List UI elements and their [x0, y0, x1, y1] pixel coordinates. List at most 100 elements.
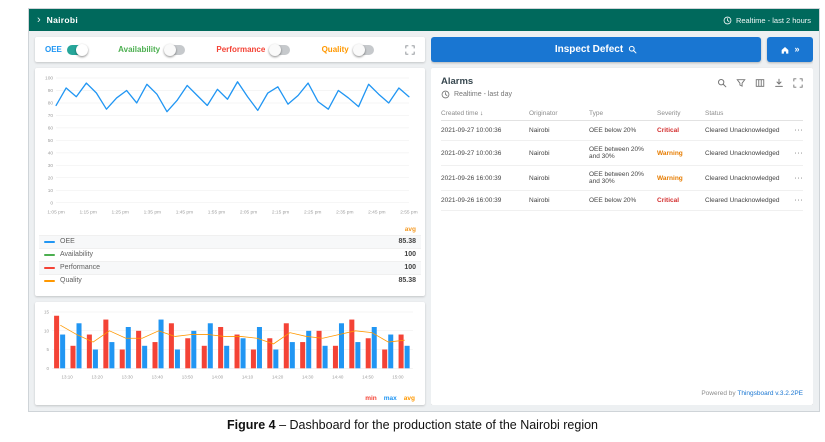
legend-max[interactable]: max: [384, 395, 397, 402]
legend-row-quality[interactable]: Quality 85.38: [39, 273, 421, 287]
alarms-toolbar: [717, 76, 803, 88]
svg-text:13:20: 13:20: [92, 374, 104, 379]
svg-text:2:55 pm: 2:55 pm: [400, 210, 417, 216]
svg-text:1:15 pm: 1:15 pm: [79, 210, 96, 216]
row-menu-button[interactable]: ⋯: [789, 173, 803, 183]
alarm-type: OEE below 20%: [589, 127, 637, 134]
clock-icon: [441, 90, 450, 99]
svg-text:1:45 pm: 1:45 pm: [176, 210, 193, 216]
search-icon: [629, 45, 637, 54]
svg-text:2:25 pm: 2:25 pm: [304, 210, 321, 216]
legend-label: Availability: [60, 251, 93, 259]
timewindow-button[interactable]: Realtime - last 2 hours: [723, 16, 811, 25]
oee-histogram-widget: 0 5 10 15 13:10 13:20 13:30 13:40 13:50 14:00 14:1…: [35, 302, 425, 405]
col-status[interactable]: Status: [705, 110, 785, 117]
svg-text:14:20: 14:20: [272, 374, 284, 379]
powered-by: Powered by Thingsboard v.3.2.2PE: [441, 386, 803, 397]
svg-text:14:10: 14:10: [242, 374, 254, 379]
alarm-created: 2021-09-26 16:00:39: [441, 197, 502, 204]
svg-text:40: 40: [48, 151, 54, 157]
thingsboard-link[interactable]: Thingsboard v.3.2.2PE: [737, 390, 803, 397]
toggle-availability-switch[interactable]: [164, 43, 186, 56]
alarm-originator: Nairobi: [529, 197, 550, 204]
col-created-time[interactable]: Created time ↓: [441, 110, 525, 117]
col-originator[interactable]: Originator: [529, 110, 585, 117]
sort-arrow-icon: ↓: [480, 110, 484, 117]
alarm-status: Cleared Unacknowledged: [705, 174, 780, 182]
toggle-oee-switch[interactable]: [66, 43, 88, 56]
svg-text:1:05 pm: 1:05 pm: [47, 210, 64, 216]
home-button[interactable]: »: [767, 37, 813, 62]
clock-icon: [723, 16, 732, 24]
oee-bar-chart: 0 5 10 15 13:10 13:20 13:30 13:40 13:50 14:00 14:1…: [44, 310, 413, 379]
alarm-originator: Nairobi: [529, 127, 550, 134]
alarm-originator: Nairobi: [529, 174, 550, 182]
alarm-row[interactable]: 2021-09-27 10:00:36 Nairobi OEE below 20…: [441, 121, 803, 141]
breadcrumb: › Nairobi: [37, 14, 79, 26]
toggle-performance-label: Performance: [216, 45, 266, 54]
alarm-created: 2021-09-26 16:00:39: [441, 174, 502, 182]
row-menu-button[interactable]: ⋯: [789, 148, 803, 158]
svg-text:14:40: 14:40: [332, 374, 344, 379]
legend-avg[interactable]: avg: [404, 395, 415, 402]
svg-text:30: 30: [48, 163, 54, 169]
toggle-quality[interactable]: Quality: [322, 43, 374, 56]
col-severity[interactable]: Severity: [657, 110, 701, 117]
col-type[interactable]: Type: [589, 110, 653, 117]
switch-knob: [75, 43, 88, 56]
alarm-type: OEE between 20% and 30%: [589, 171, 644, 185]
filter-icon[interactable]: [736, 78, 746, 88]
toggle-performance[interactable]: Performance: [216, 43, 291, 56]
svg-text:14:30: 14:30: [302, 374, 314, 379]
row-menu-button[interactable]: ⋯: [789, 126, 803, 135]
switch-knob: [269, 43, 282, 56]
legend-row-performance[interactable]: Performance 100: [39, 260, 421, 274]
row-menu-button[interactable]: ⋯: [789, 196, 803, 205]
svg-text:50: 50: [48, 138, 54, 144]
alarm-originator: Nairobi: [529, 149, 550, 157]
toggle-performance-switch[interactable]: [269, 43, 291, 56]
legend-min[interactable]: min: [365, 395, 377, 402]
download-icon[interactable]: [774, 78, 784, 88]
toggle-availability[interactable]: Availability: [118, 43, 186, 56]
svg-text:60: 60: [48, 126, 54, 132]
columns-icon[interactable]: [755, 78, 765, 88]
quality-series-swatch: [44, 279, 55, 282]
figure-caption: Figure 4 – Dashboard for the production …: [0, 418, 825, 432]
search-icon[interactable]: [717, 78, 727, 88]
page: › Nairobi Realtime - last 2 hours OEE Av…: [0, 0, 825, 442]
fullscreen-icon[interactable]: [405, 44, 415, 55]
svg-text:0: 0: [47, 366, 50, 371]
svg-text:2:45 pm: 2:45 pm: [368, 210, 385, 216]
svg-text:13:10: 13:10: [61, 374, 73, 379]
legend-row-oee[interactable]: OEE 85.38: [39, 234, 421, 248]
alarms-timewindow-label: Realtime - last day: [454, 91, 512, 98]
chevrons-icon: »: [794, 44, 800, 54]
alarms-table: Created time ↓ Originator Type Severity …: [441, 107, 803, 211]
svg-text:80: 80: [48, 101, 54, 107]
legend-value: 100: [404, 251, 416, 259]
chart-legend: avg OEE 85.38 Availability 100 Performan…: [39, 224, 421, 287]
legend-row-availability[interactable]: Availability 100: [39, 247, 421, 261]
alarm-type: OEE below 20%: [589, 197, 637, 204]
inspect-defect-button[interactable]: Inspect Defect: [431, 37, 761, 62]
fullscreen-icon[interactable]: [793, 78, 803, 88]
dashboard-title: Nairobi: [46, 15, 79, 25]
oee-series-swatch: [44, 240, 55, 243]
home-icon: [782, 46, 789, 54]
legend-label: Performance: [60, 264, 101, 272]
svg-text:0: 0: [50, 200, 53, 206]
back-arrow-icon[interactable]: ›: [37, 14, 41, 26]
svg-text:14:00: 14:00: [212, 374, 224, 379]
alarm-row[interactable]: 2021-09-27 10:00:36 Nairobi OEE between …: [441, 141, 803, 166]
toggle-oee[interactable]: OEE: [45, 43, 88, 56]
alarm-row[interactable]: 2021-09-26 16:00:39 Nairobi OEE between …: [441, 166, 803, 191]
alarm-status: Cleared Unacknowledged: [705, 197, 780, 204]
alarm-row[interactable]: 2021-09-26 16:00:39 Nairobi OEE below 20…: [441, 191, 803, 211]
oee-line-chart: 0 10 20 30 40 50 60 70 80 90 100 1:05 pm 1:15 pm 1:25…: [45, 76, 418, 216]
toggle-quality-switch[interactable]: [352, 43, 374, 56]
legend-value: 100: [404, 264, 416, 272]
alarms-timewindow[interactable]: Realtime - last day: [441, 90, 512, 99]
toggle-oee-label: OEE: [45, 45, 62, 54]
alarm-created: 2021-09-27 10:00:36: [441, 127, 502, 134]
